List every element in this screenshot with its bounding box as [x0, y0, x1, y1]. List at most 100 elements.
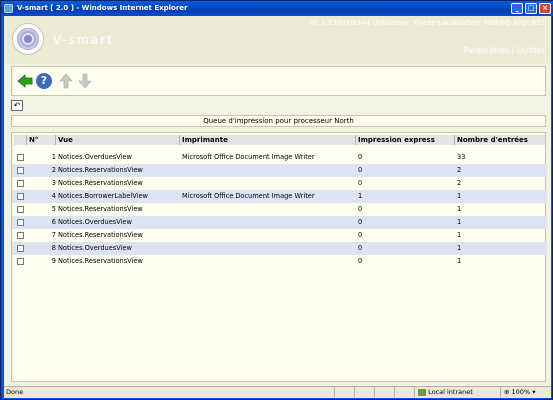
row-imprimante: Microsoft Office Document Image Writer — [182, 192, 315, 200]
session-info: Id: 1.23003/6344 Utilisateur: Tineke Loc… — [309, 19, 545, 27]
row-nombre-entrees: 1 — [457, 192, 462, 200]
table-row[interactable]: 8 Notices.OverduesView 0 1 — [12, 242, 547, 255]
row-impression-express: 0 — [358, 231, 363, 239]
row-number: 3 — [51, 179, 56, 187]
row-imprimante — [182, 203, 354, 216]
ie-app-icon — [4, 4, 13, 13]
print-queue-table: N° Vue Imprimante Impression express Nom… — [11, 132, 547, 382]
app-header: V-smart Id: 1.23003/6344 Utilisateur: Ti… — [4, 16, 551, 64]
row-imprimante — [182, 216, 354, 229]
table-row[interactable]: 6 Notices.OverduesView 0 1 — [12, 216, 547, 229]
table-row[interactable]: 1 Notices.OverduesView Microsoft Office Do… — [12, 151, 547, 164]
row-impression-express: 0 — [358, 179, 363, 187]
zoom-icon: ⊕ — [504, 388, 510, 396]
parametres-link[interactable]: Paramètres — [464, 46, 510, 55]
row-impression-express: 0 — [358, 166, 363, 174]
window-titlebar[interactable]: V-smart [ 2.0 ] - Windows Internet Explo… — [1, 1, 553, 16]
brand-name: V-smart — [53, 33, 114, 47]
row-vue[interactable]: Notices.ReservationsView — [58, 177, 178, 190]
status-text: Done — [6, 388, 24, 396]
row-checkbox[interactable] — [17, 154, 24, 161]
row-checkbox[interactable] — [17, 245, 24, 252]
link-separator: | — [511, 46, 515, 55]
chevron-down-icon: ▾ — [532, 388, 536, 396]
row-imprimante — [182, 177, 354, 190]
row-imprimante — [182, 164, 354, 177]
header-links: Paramètres | Quitter — [464, 46, 546, 55]
row-checkbox[interactable] — [17, 180, 24, 187]
header-checkbox-column — [14, 135, 27, 145]
row-number: 9 — [51, 257, 56, 265]
table-row[interactable]: 9 Notices.ReservationsView 0 1 — [12, 255, 547, 268]
arrow-up-icon[interactable] — [58, 73, 74, 89]
row-vue[interactable]: Notices.OverduesView — [58, 151, 178, 164]
row-checkbox[interactable] — [17, 258, 24, 265]
zone-label: Local intranet — [428, 388, 473, 396]
row-nombre-entrees: 1 — [457, 257, 462, 265]
close-button[interactable]: × — [539, 3, 551, 14]
row-nombre-entrees: 1 — [457, 205, 462, 213]
row-number: 2 — [51, 166, 56, 174]
table-row[interactable]: 4 Notices.BorrowerLabelView Microsoft Offi… — [12, 190, 547, 203]
table-row[interactable]: 2 Notices.ReservationsView 0 2 — [12, 164, 547, 177]
table-row[interactable]: 5 Notices.ReservationsView 0 1 — [12, 203, 547, 216]
row-checkbox[interactable] — [17, 167, 24, 174]
row-impression-express: 0 — [358, 244, 363, 252]
row-impression-express: 0 — [358, 218, 363, 226]
header-number[interactable]: N° — [27, 135, 56, 145]
row-imprimante: Microsoft Office Document Image Writer — [182, 153, 315, 161]
maximize-button[interactable]: □ — [525, 3, 537, 14]
row-impression-express: 0 — [358, 257, 363, 265]
row-vue[interactable]: Notices.BorrowerLabelView — [58, 190, 178, 203]
row-nombre-entrees: 1 — [457, 244, 462, 252]
row-imprimante — [182, 255, 354, 268]
row-impression-express: 0 — [358, 153, 363, 161]
browser-window: V-smart [ 2.0 ] - Windows Internet Explo… — [0, 0, 553, 400]
row-checkbox[interactable] — [17, 219, 24, 226]
row-vue[interactable]: Notices.OverduesView — [58, 216, 178, 229]
table-row[interactable]: 7 Notices.ReservationsView 0 1 — [12, 229, 547, 242]
header-nombre-entrees[interactable]: Nombre d'entrées — [455, 135, 545, 145]
zoom-level: 100% — [511, 388, 531, 396]
row-vue[interactable]: Notices.ReservationsView — [58, 229, 178, 242]
row-nombre-entrees: 2 — [457, 166, 462, 174]
row-number: 1 — [51, 153, 56, 161]
header-vue[interactable]: Vue — [56, 135, 180, 145]
row-nombre-entrees: 33 — [457, 153, 466, 161]
row-nombre-entrees: 2 — [457, 179, 462, 187]
row-imprimante — [182, 229, 354, 242]
row-impression-express: 0 — [358, 205, 363, 213]
table-header: N° Vue Imprimante Impression express Nom… — [12, 135, 547, 145]
back-arrow-icon[interactable] — [17, 73, 33, 89]
row-nombre-entrees: 1 — [457, 218, 462, 226]
zoom-control[interactable]: ⊕ 100% ▾ — [500, 387, 550, 398]
status-bar: Done Local intranet ⊕ 100% ▾ — [4, 386, 551, 398]
help-icon[interactable]: ? — [36, 73, 52, 89]
undo-icon[interactable]: ↶ — [11, 100, 23, 111]
row-number: 8 — [51, 244, 56, 252]
header-impression-express[interactable]: Impression express — [356, 135, 455, 145]
header-imprimante[interactable]: Imprimante — [180, 135, 356, 145]
toolbar: ? — [11, 66, 546, 96]
row-imprimante — [182, 242, 354, 255]
table-row[interactable]: 3 Notices.ReservationsView 0 2 — [12, 177, 547, 190]
row-number: 4 — [51, 192, 56, 200]
minimize-button[interactable]: _ — [511, 3, 523, 14]
row-number: 5 — [51, 205, 56, 213]
window-title: V-smart [ 2.0 ] - Windows Internet Explo… — [17, 4, 188, 12]
vsmart-logo-icon — [12, 23, 44, 55]
panel-title: Queue d'impression pour processeur North — [11, 115, 546, 127]
row-vue[interactable]: Notices.ReservationsView — [58, 203, 178, 216]
intranet-zone-icon — [418, 388, 426, 396]
arrow-down-icon[interactable] — [77, 73, 93, 89]
row-checkbox[interactable] — [17, 193, 24, 200]
row-vue[interactable]: Notices.ReservationsView — [58, 255, 178, 268]
quitter-link[interactable]: Quitter — [517, 46, 545, 55]
row-number: 6 — [51, 218, 56, 226]
row-vue[interactable]: Notices.OverduesView — [58, 242, 178, 255]
row-checkbox[interactable] — [17, 232, 24, 239]
row-number: 7 — [51, 231, 56, 239]
page-content: V-smart Id: 1.23003/6344 Utilisateur: Ti… — [4, 16, 551, 386]
row-checkbox[interactable] — [17, 206, 24, 213]
row-vue[interactable]: Notices.ReservationsView — [58, 164, 178, 177]
